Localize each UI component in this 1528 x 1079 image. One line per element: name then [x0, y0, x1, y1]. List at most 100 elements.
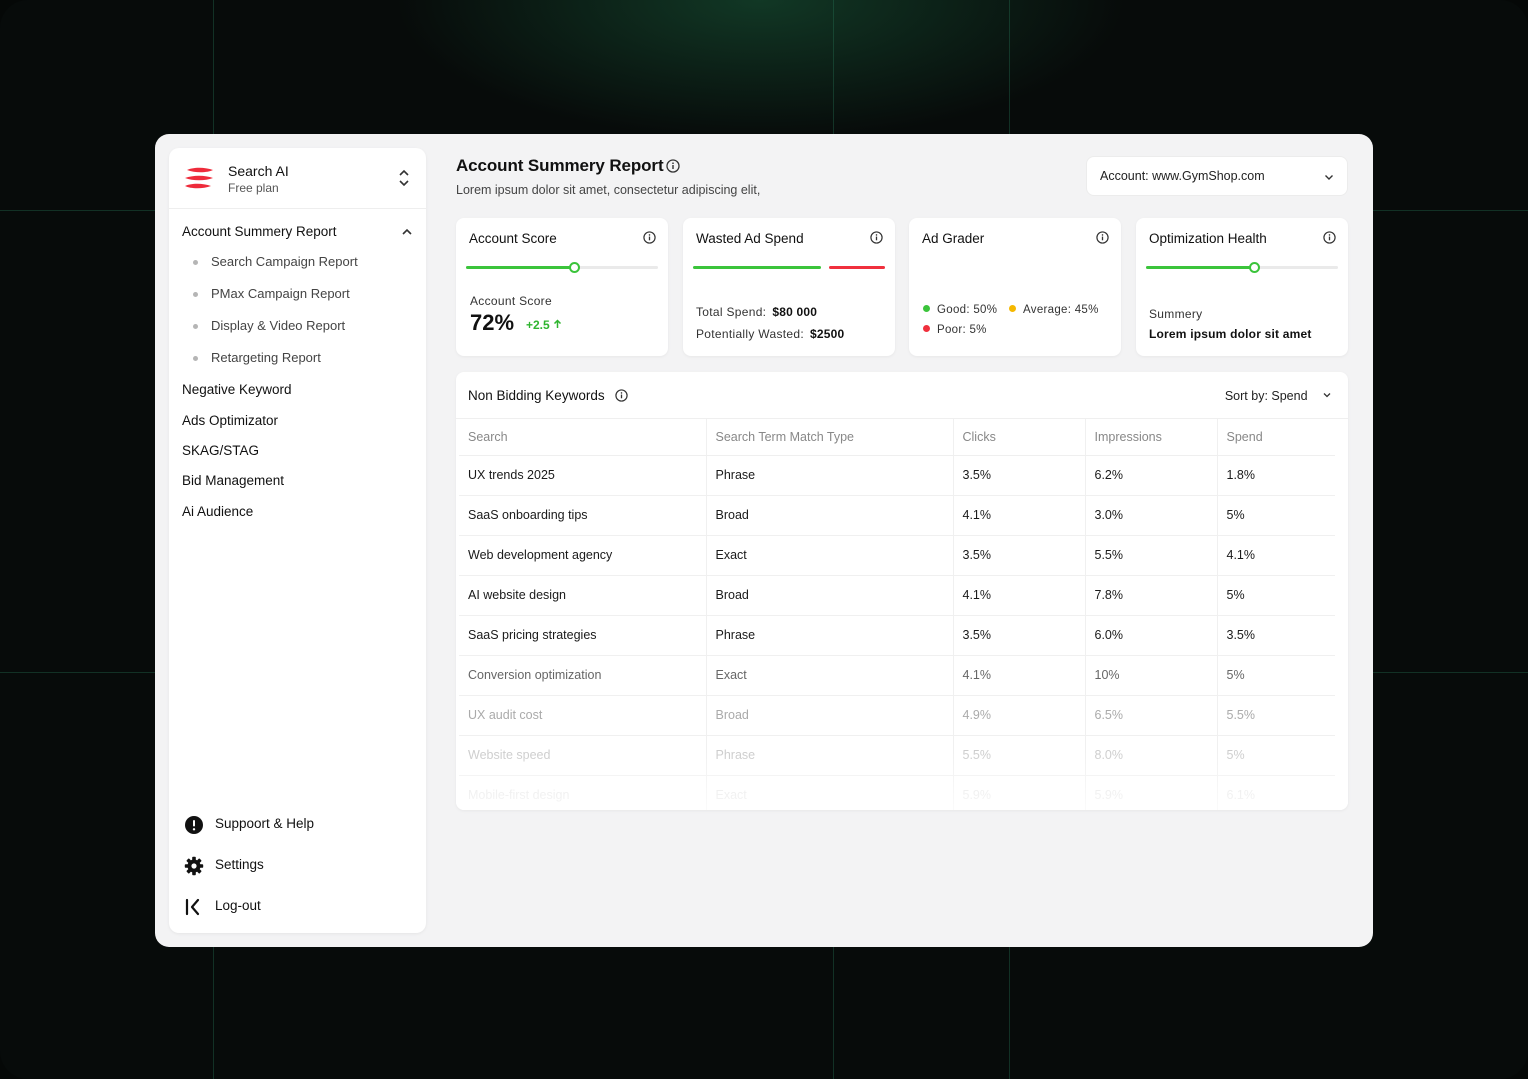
cell-search: AI website design	[459, 575, 706, 616]
cell-spend: 5%	[1216, 495, 1335, 536]
sort-dropdown[interactable]: Sort by: Spend	[1225, 387, 1332, 403]
cell-impressions: 10%	[1084, 655, 1217, 696]
sidebar-item-label: Display & Video Report	[211, 318, 346, 333]
table-row[interactable]: SaaS pricing strategies Phrase 3.5% 6.0%…	[459, 615, 1335, 656]
cell-spend: 1.8%	[1216, 455, 1335, 496]
sidebar-item-display-video-report[interactable]: Display & Video Report	[193, 318, 403, 338]
sidebar-item-bid-management[interactable]: Bid Management	[182, 473, 414, 493]
optimization-health-card: Optimization Health Summery Lorem ipsum …	[1136, 218, 1348, 356]
table-row[interactable]: Web development agency Exact 3.5% 5.5% 4…	[459, 535, 1335, 576]
bullet-icon	[193, 292, 198, 297]
table-title: Non Bidding Keywords	[468, 388, 605, 403]
chevron-up-icon[interactable]	[400, 225, 414, 239]
info-icon[interactable]	[870, 231, 883, 244]
table-row[interactable]: AI website design Broad 4.1% 7.8% 5%	[459, 575, 1335, 616]
sidebar-group-label: Account Summery Report	[182, 224, 337, 239]
alert-circle-icon	[185, 816, 203, 834]
table-row[interactable]: SaaS onboarding tips Broad 4.1% 3.0% 5%	[459, 495, 1335, 536]
sidebar-item-retargeting-report[interactable]: Retargeting Report	[193, 350, 403, 370]
account-score-knob	[568, 262, 580, 273]
account-select[interactable]: Account: www.GymShop.com	[1086, 156, 1348, 196]
chevron-up-down-icon[interactable]	[397, 168, 411, 188]
info-icon[interactable]	[666, 159, 680, 173]
table-row[interactable]: Website speed Phrase 5.5% 8.0% 5%	[459, 735, 1335, 776]
info-icon[interactable]	[643, 231, 656, 244]
spend-bar-wasted	[829, 266, 885, 269]
health-summery-label: Summery	[1149, 307, 1203, 321]
sidebar-item-ads-optimizator[interactable]: Ads Optimizator	[182, 413, 414, 433]
health-summery-value: Lorem ipsum dolor sit amet	[1149, 327, 1312, 341]
cell-match-type: Exact	[705, 655, 953, 696]
grader-poor: Poor: 5%	[923, 324, 987, 336]
column-header-match-type[interactable]: Search Term Match Type	[705, 419, 953, 456]
settings-label: Settings	[215, 857, 264, 872]
cell-match-type: Phrase	[705, 455, 953, 496]
table-row[interactable]: UX trends 2025 Phrase 3.5% 6.2% 1.8%	[459, 455, 1335, 496]
cell-match-type: Phrase	[705, 615, 953, 656]
cell-search: Mobile-first design	[468, 788, 570, 803]
column-header-impressions[interactable]: Impressions	[1084, 419, 1217, 456]
card-title: Account Score	[469, 231, 557, 246]
bullet-icon	[193, 356, 198, 361]
sidebar-item-ai-audience[interactable]: Ai Audience	[182, 504, 414, 524]
table-row[interactable]: Conversion optimization Exact 4.1% 10% 5…	[459, 655, 1335, 696]
cell-search: SaaS onboarding tips	[459, 495, 706, 536]
cell-impressions: 6.0%	[1084, 615, 1217, 656]
column-header-search[interactable]: Search	[459, 419, 706, 456]
sidebar-item-search-campaign-report[interactable]: Search Campaign Report	[193, 254, 403, 274]
cell-impressions: 7.8%	[1084, 575, 1217, 616]
column-header-clicks[interactable]: Clicks	[952, 419, 1085, 456]
logout-icon	[185, 898, 200, 916]
sort-label: Sort by: Spend	[1224, 389, 1308, 403]
cell-spend: 5%	[1216, 735, 1335, 776]
cell-match-type: Broad	[705, 695, 953, 736]
optimization-health-track	[1146, 262, 1338, 273]
info-icon[interactable]	[1096, 231, 1109, 244]
logout-button[interactable]: Log-out	[184, 895, 384, 919]
cell-search: SaaS pricing strategies	[459, 615, 706, 656]
table-header-row: Search Search Term Match Type Clicks Imp…	[459, 419, 1335, 456]
settings-button[interactable]: Settings	[184, 854, 384, 878]
sidebar-item-negative-keyword[interactable]: Negative Keyword	[182, 382, 414, 402]
account-score-card: Account Score Account Score 72% +2.5	[456, 218, 668, 356]
gear-icon	[184, 856, 204, 876]
potentially-wasted-row: Potentially Wasted: $2500	[696, 327, 844, 341]
total-spend-label: Total Spend:	[696, 305, 767, 319]
cell-spend: 5%	[1216, 575, 1335, 616]
wasted-ad-spend-card: Wasted Ad Spend Total Spend: $80 000 Pote…	[683, 218, 895, 356]
cell-impressions: 8.0%	[1084, 735, 1217, 776]
cell-impressions: 5.9%	[1084, 775, 1217, 810]
keywords-table: Search Search Term Match Type Clicks Imp…	[459, 419, 1335, 810]
bullet-icon	[193, 260, 198, 265]
cell-search: UX trends 2025	[459, 455, 706, 496]
non-bidding-keywords-panel: Non Bidding Keywords Sort by: Spend Sear…	[456, 372, 1348, 810]
support-help-button[interactable]: Suppoort & Help	[184, 813, 384, 837]
cell-clicks: 5.9%	[952, 775, 1085, 810]
cell-match-type: Broad	[705, 495, 953, 536]
arrow-up-icon	[554, 319, 562, 328]
table-row[interactable]: UX audit cost Broad 4.9% 6.5% 5.5%	[459, 695, 1335, 736]
account-score-fill	[466, 266, 574, 269]
cell-clicks: 3.5%	[952, 535, 1085, 576]
account-score-delta: +2.5	[526, 318, 562, 332]
cell-match-type: Broad	[705, 575, 953, 616]
cell-clicks: 4.9%	[952, 695, 1085, 736]
cell-search: Website speed	[459, 735, 706, 776]
bullet-icon	[193, 324, 198, 329]
grader-average-label: Average: 45%	[1023, 304, 1099, 316]
sidebar-item-label: Search Campaign Report	[211, 254, 358, 269]
sidebar-item-skag-stag[interactable]: SKAG/STAG	[182, 443, 414, 463]
optimization-health-fill	[1146, 266, 1254, 269]
cell-impressions: 6.5%	[1084, 695, 1217, 736]
table-row[interactable]: Mobile-first design Exact 5.9% 5.9% 6.1%	[459, 775, 1335, 810]
page-subtitle: Lorem ipsum dolor sit amet, consectetur …	[456, 183, 761, 197]
sidebar-item-label: Retargeting Report	[211, 350, 321, 365]
workspace-switcher[interactable]: Search AI Free plan	[169, 148, 426, 209]
account-select-value: Account: www.GymShop.com	[1100, 169, 1265, 183]
info-icon[interactable]	[615, 389, 628, 402]
info-icon[interactable]	[1323, 231, 1336, 244]
brand-name: Search AI	[228, 163, 289, 179]
sidebar-group-account-summery-report[interactable]: Account Summery Report	[182, 223, 414, 243]
column-header-spend[interactable]: Spend	[1216, 419, 1335, 456]
sidebar-item-pmax-campaign-report[interactable]: PMax Campaign Report	[193, 286, 403, 306]
